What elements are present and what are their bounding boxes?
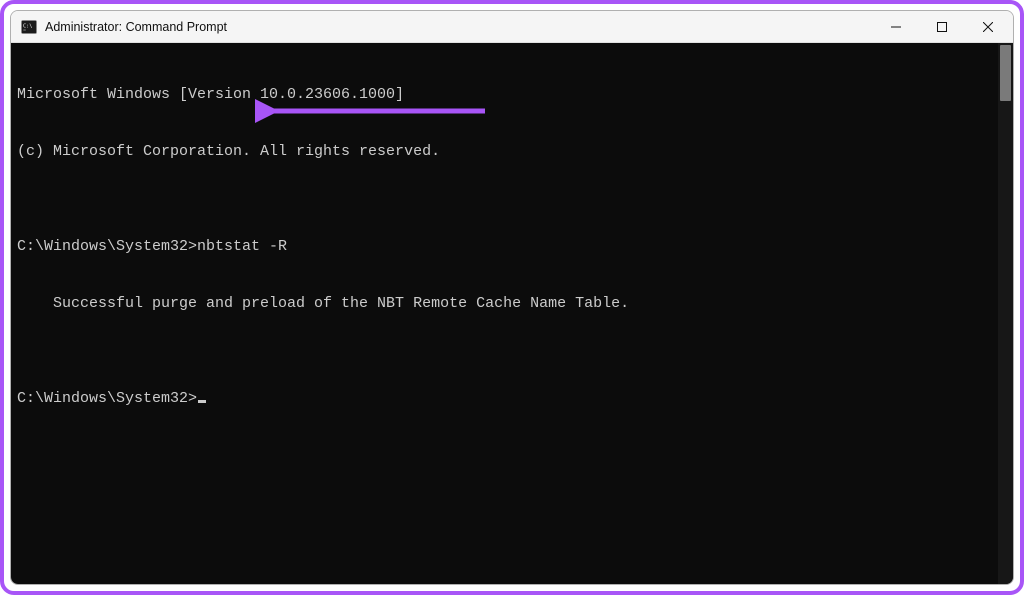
screenshot-frame: C:\ Administrator: Command Prompt Micros…: [0, 0, 1024, 595]
window-title: Administrator: Command Prompt: [45, 20, 227, 34]
prompt-path: C:\Windows\System32>: [17, 238, 197, 255]
titlebar[interactable]: C:\ Administrator: Command Prompt: [11, 11, 1013, 43]
copyright-line: (c) Microsoft Corporation. All rights re…: [17, 142, 1007, 161]
minimize-button[interactable]: [873, 11, 919, 43]
prompt-command: nbtstat -R: [197, 238, 287, 255]
terminal-output[interactable]: Microsoft Windows [Version 10.0.23606.10…: [11, 43, 1013, 584]
text-cursor: [198, 400, 206, 403]
prompt-line-1: C:\Windows\System32>nbtstat -R: [17, 237, 1007, 256]
svg-text:C:\: C:\: [23, 23, 32, 29]
close-button[interactable]: [965, 11, 1011, 43]
result-line: Successful purge and preload of the NBT …: [17, 294, 1007, 313]
window-controls: [873, 11, 1011, 42]
command-prompt-window: C:\ Administrator: Command Prompt Micros…: [10, 10, 1014, 585]
scrollbar-thumb[interactable]: [1000, 45, 1011, 101]
scrollbar-track[interactable]: [998, 43, 1013, 584]
prompt-path: C:\Windows\System32>: [17, 390, 197, 407]
cmd-icon: C:\: [21, 19, 37, 35]
prompt-line-2: C:\Windows\System32>: [17, 389, 1007, 408]
maximize-button[interactable]: [919, 11, 965, 43]
version-line: Microsoft Windows [Version 10.0.23606.10…: [17, 85, 1007, 104]
